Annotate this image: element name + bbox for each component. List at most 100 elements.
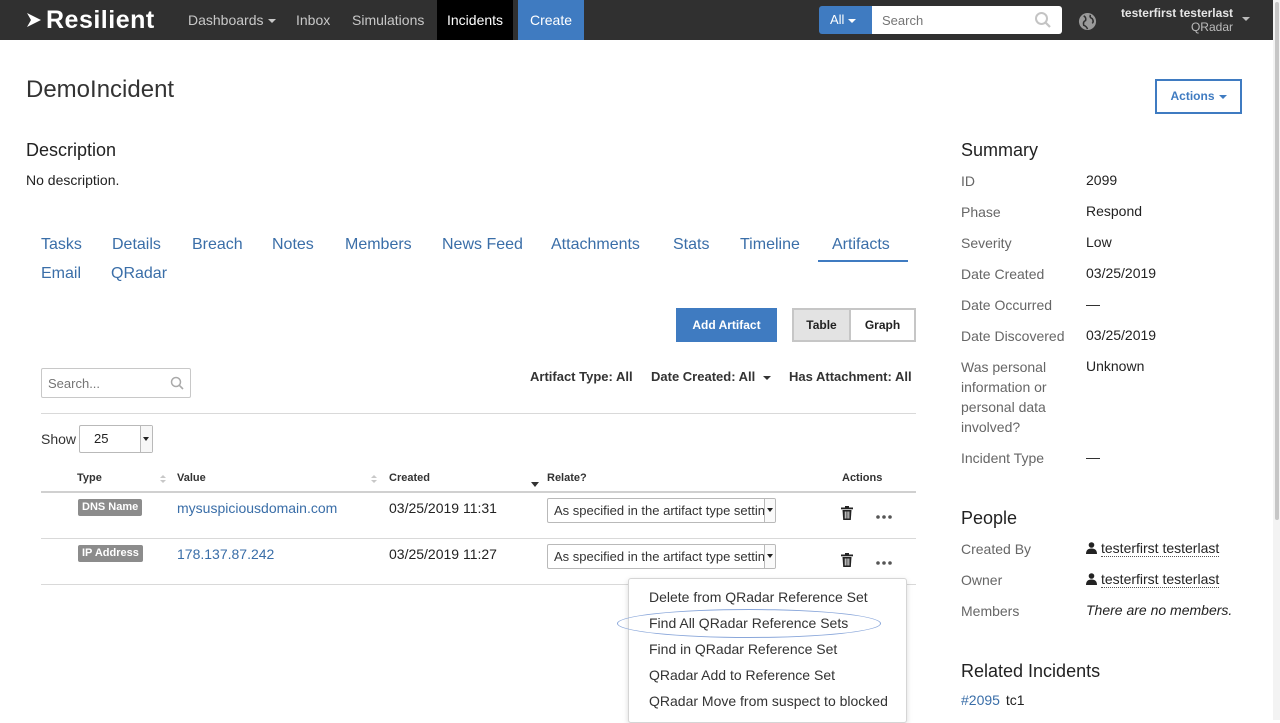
summary-value-personal-data: Unknown: [1086, 358, 1145, 374]
people-heading: People: [961, 508, 1018, 528]
highlight-annotation-ring: [617, 609, 881, 638]
trash-icon[interactable]: [841, 553, 853, 572]
created-by-name[interactable]: testerfirst testerlast: [1101, 540, 1220, 557]
relate-select-value: As specified in the artifact type settin…: [554, 503, 773, 518]
menu-item-delete-from-reference-set[interactable]: Delete from QRadar Reference Set: [649, 589, 868, 605]
actions-button-label: Actions: [1170, 89, 1215, 103]
summary-heading: Summary: [961, 140, 1039, 160]
tab-artifacts[interactable]: Artifacts: [818, 236, 908, 262]
tab-notes[interactable]: Notes: [272, 236, 314, 254]
table-view-toggle[interactable]: Table: [792, 308, 851, 342]
column-header-type[interactable]: Type: [77, 472, 102, 484]
menu-item-find-in-reference-set[interactable]: Find in QRadar Reference Set: [649, 641, 837, 657]
column-header-created[interactable]: Created: [389, 472, 430, 484]
table-header-divider: [41, 491, 916, 493]
summary-label-id: ID: [961, 173, 975, 189]
summary-value-severity: Low: [1086, 234, 1112, 250]
filter-artifact-type[interactable]: Artifact Type: All: [530, 369, 633, 384]
menu-item-move-suspect-to-blocked[interactable]: QRadar Move from suspect to blocked: [649, 693, 888, 709]
filter-date-created[interactable]: Date Created: All: [651, 369, 772, 384]
summary-label-date-discovered: Date Discovered: [961, 328, 1065, 344]
tab-news-feed[interactable]: News Feed: [442, 236, 523, 254]
artifact-created: 03/25/2019 11:27: [389, 546, 497, 562]
caret-down-icon[interactable]: [1242, 17, 1250, 21]
add-artifact-button[interactable]: Add Artifact: [676, 308, 777, 342]
people-label-members: Members: [961, 603, 1020, 619]
global-search-input[interactable]: [880, 7, 1030, 33]
brand-name: Resilient: [46, 6, 155, 34]
sort-desc-icon[interactable]: [531, 482, 539, 487]
description-heading: Description: [26, 140, 117, 160]
artifact-actions-menu: Delete from QRadar Reference Set Find Al…: [628, 578, 907, 723]
filter-has-attachment[interactable]: Has Attachment: All: [789, 369, 912, 384]
resilient-logo-icon: [26, 12, 42, 28]
sort-icon[interactable]: [160, 475, 166, 485]
relate-select-value: As specified in the artifact type settin…: [554, 549, 773, 564]
person-icon: [1086, 541, 1097, 557]
column-header-relate[interactable]: Relate?: [547, 472, 587, 484]
chevron-down-icon: [764, 545, 775, 568]
summary-value-date-created: 03/25/2019: [1086, 265, 1157, 281]
chevron-down-icon: [764, 499, 775, 522]
more-icon[interactable]: [876, 508, 892, 519]
summary-label-incident-type: Incident Type: [961, 450, 1045, 466]
summary-label-date-created: Date Created: [961, 266, 1045, 282]
relate-select[interactable]: As specified in the artifact type settin…: [547, 498, 776, 523]
nav-incidents[interactable]: Incidents: [437, 0, 514, 40]
show-label: Show: [41, 431, 77, 447]
nav-simulations[interactable]: Simulations: [352, 0, 424, 40]
tab-attachments[interactable]: Attachments: [551, 236, 640, 254]
page-size-value: 25: [94, 431, 109, 446]
related-incident-item: #2095 tc1: [961, 692, 1025, 708]
artifact-value-link[interactable]: mysuspiciousdomain.com: [177, 500, 337, 516]
search-scope-label: All: [830, 12, 845, 27]
search-icon[interactable]: [1034, 11, 1052, 34]
globe-icon[interactable]: [1078, 12, 1097, 36]
nav-inbox[interactable]: Inbox: [296, 0, 330, 40]
artifact-value-link[interactable]: 178.137.87.242: [177, 546, 274, 562]
incident-title: DemoIncident: [26, 76, 175, 103]
chevron-down-icon: [140, 426, 152, 452]
user-org: QRadar: [1190, 20, 1233, 34]
caret-down-icon: [763, 375, 772, 380]
summary-label-phase: Phase: [961, 204, 1001, 220]
tab-tasks[interactable]: Tasks: [41, 236, 82, 254]
summary-value-date-occurred: —: [1086, 296, 1100, 312]
tab-qradar[interactable]: QRadar: [111, 265, 167, 283]
caret-down-icon: [267, 19, 276, 24]
related-incident-link[interactable]: #2095: [961, 692, 1000, 708]
owner-name[interactable]: testerfirst testerlast: [1101, 571, 1220, 588]
people-created-by[interactable]: testerfirst testerlast: [1086, 540, 1220, 557]
brand-logo[interactable]: Resilient: [26, 7, 155, 33]
tab-details[interactable]: Details: [112, 236, 161, 254]
graph-view-toggle[interactable]: Graph: [850, 308, 916, 342]
more-icon[interactable]: [876, 554, 892, 565]
scrollbar-thumb[interactable]: [1275, 2, 1279, 520]
people-label-created-by: Created By: [961, 541, 1032, 557]
summary-label-date-occurred: Date Occurred: [961, 297, 1053, 313]
relate-select[interactable]: As specified in the artifact type settin…: [547, 544, 776, 569]
column-header-actions: Actions: [842, 472, 883, 484]
tab-stats[interactable]: Stats: [673, 236, 709, 254]
tab-email[interactable]: Email: [41, 265, 81, 283]
nav-dashboards[interactable]: Dashboards: [188, 0, 276, 40]
tab-timeline[interactable]: Timeline: [740, 236, 800, 254]
sort-icon[interactable]: [371, 475, 377, 485]
related-incidents-heading: Related Incidents: [961, 661, 1101, 681]
tab-members[interactable]: Members: [345, 236, 412, 254]
trash-icon[interactable]: [841, 506, 853, 525]
tab-breach[interactable]: Breach: [192, 236, 243, 254]
user-menu[interactable]: testerfirst testerlast QRadar: [1121, 6, 1233, 34]
people-owner[interactable]: testerfirst testerlast: [1086, 571, 1220, 588]
people-label-owner: Owner: [961, 572, 1003, 588]
artifact-search-input[interactable]: [46, 370, 164, 396]
actions-button[interactable]: Actions: [1155, 79, 1242, 114]
search-scope-dropdown[interactable]: All: [819, 6, 872, 34]
search-icon[interactable]: [170, 376, 184, 395]
menu-item-add-to-reference-set[interactable]: QRadar Add to Reference Set: [649, 667, 835, 683]
page-size-select[interactable]: 25: [79, 425, 153, 453]
column-header-value[interactable]: Value: [177, 472, 206, 484]
nav-create-button[interactable]: Create: [518, 0, 585, 40]
global-search: [872, 6, 1062, 34]
type-badge: IP Address: [78, 545, 143, 562]
